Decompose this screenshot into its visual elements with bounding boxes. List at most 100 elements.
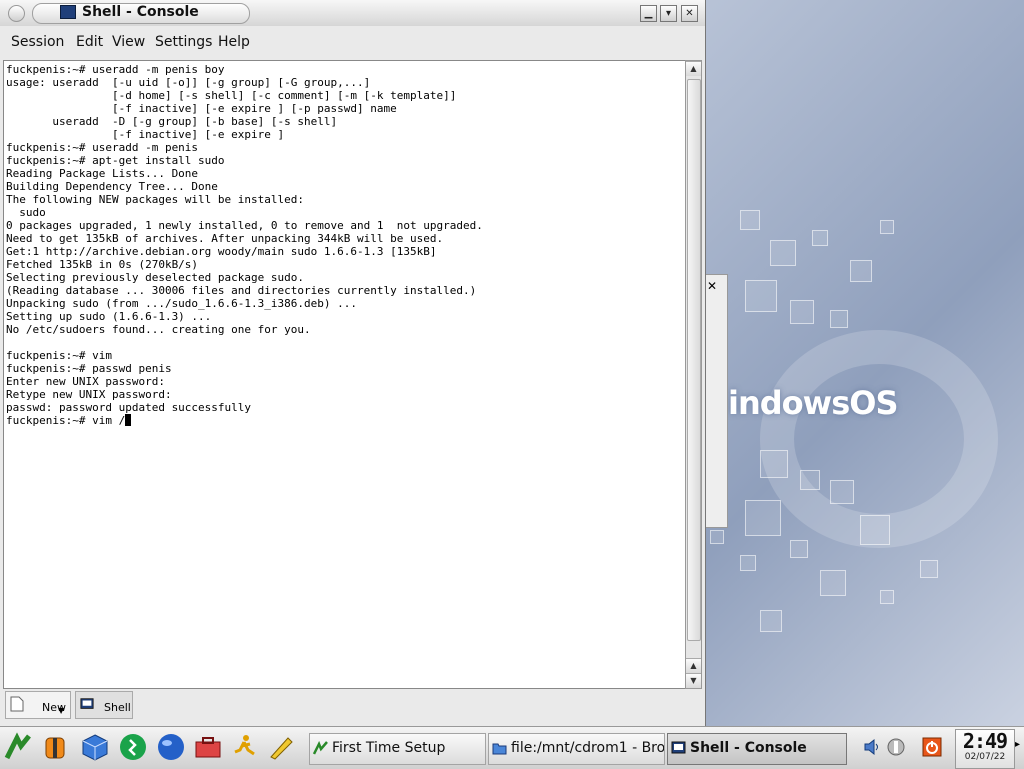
task-label: Shell - Console [690,740,807,756]
scroll-up-arrow-icon[interactable]: ▲ [686,658,701,673]
desktop-square [770,240,796,266]
desktop-square [860,515,890,545]
task-label: file:/mnt/cdrom1 - Brow [511,740,665,756]
task-shell-console[interactable]: Shell - Console [667,733,847,765]
terminal-line: Enter new UNIX password: [6,375,165,388]
desktop-square [920,560,938,578]
desktop-square [745,500,781,536]
runner-alt-icon[interactable] [230,732,260,762]
menu-session[interactable]: Session [11,34,64,50]
terminal-icon [671,741,686,754]
title-bar[interactable]: Shell - Console ▁ ▾ ✕ [0,0,705,26]
clock[interactable]: 2:49 02/07/22 [955,729,1015,769]
tab-shell-label: Shell [104,701,131,714]
taskbar: First Time Setup file:/mnt/cdrom1 - Brow… [0,726,1024,769]
desktop-square [740,555,756,571]
terminal-line: passwd: password updated successfully [6,401,252,414]
terminal-line: Need to get 135kB of archives. After unp… [6,232,444,245]
desktop-square [880,220,894,234]
task-first-time-setup[interactable]: First Time Setup [309,733,486,765]
menu-help[interactable]: Help [218,34,250,50]
desktop-square [812,230,828,246]
terminal-line: fuckpenis:~# passwd penis [6,362,172,375]
terminal-line: Selecting previously deselected package … [6,271,305,284]
scroll-down-arrow-icon[interactable]: ▼ [686,673,701,688]
desktop-square [710,530,724,544]
task-label: First Time Setup [332,740,446,756]
chevron-right-icon[interactable]: ▸ [1015,739,1020,750]
scroll-up-arrow-icon[interactable]: ▲ [686,61,701,76]
desktop-square [850,260,872,282]
menu-view[interactable]: View [112,34,145,50]
menu-edit[interactable]: Edit [76,34,103,50]
clock-date: 02/07/22 [964,752,1006,762]
desktop-square [880,590,894,604]
globe-icon[interactable] [156,732,186,762]
speaker-icon[interactable] [862,737,882,757]
terminal-line: Fetched 135kB in 0s (270kB/s) [6,258,199,271]
vertical-scrollbar[interactable]: ▲ ▲ ▼ [685,60,702,689]
desktop-square [830,310,848,328]
terminal-line: No /etc/sudoers found... creating one fo… [6,323,311,336]
terminal-line: [-d home] [-s shell] [-c comment] [-m [-… [6,89,457,102]
desktop-square [790,300,814,324]
terminal-line: 0 packages upgraded, 1 newly installed, … [6,219,483,232]
tab-shell[interactable]: Shell [75,691,133,719]
terminal-line: fuckpenis:~# vim [6,349,112,362]
terminal-line: usage: useradd [-u uid [-o]] [-g group] … [6,76,371,89]
session-tab-bar: New ▼ Shell [3,689,703,721]
terminal-line: fuckpenis:~# useradd -m penis boy [6,63,225,76]
chevron-down-icon[interactable]: ▼ [58,706,64,715]
close-icon[interactable]: ✕ [707,279,717,293]
start-menu-icon[interactable] [3,732,33,762]
toolbox-icon[interactable] [193,732,223,762]
desktop-square [760,610,782,632]
desktop-square [800,470,820,490]
terminal-line: (Reading database ... 30006 files and di… [6,284,477,297]
desktop-square [830,480,854,504]
terminal-line: Reading Package Lists... Done [6,167,199,180]
lifevest-icon[interactable] [40,732,70,762]
task-file-browser[interactable]: file:/mnt/cdrom1 - Brow [488,733,665,765]
network-icon[interactable] [886,737,906,757]
desktop-square [790,540,808,558]
terminal-line: Building Dependency Tree... Done [6,180,218,193]
cube-icon[interactable] [80,732,110,762]
terminal-line: [-f inactive] [-e expire ] [6,128,285,141]
clock-time: 2:49 [962,729,1008,753]
desktop-square [820,570,846,596]
terminal-line: Get:1 http://archive.debian.org woody/ma… [6,245,437,258]
folder-icon [492,743,507,755]
window-menu-button[interactable] [8,5,25,22]
terminal-output[interactable]: fuckpenis:~# useradd -m penis boy usage: … [3,60,686,689]
terminal-line: useradd -D [-g group] [-b base] [-s shel… [6,115,338,128]
terminal-line: Retype new UNIX password: [6,388,172,401]
terminal-line: fuckpenis:~# useradd -m penis [6,141,199,154]
desktop-square [740,210,760,230]
desktop-logo-text: indowsOS [728,384,898,422]
pen-icon[interactable] [266,732,296,762]
terminal-line: sudo [6,206,46,219]
close-button[interactable]: ✕ [681,5,698,22]
power-icon[interactable] [922,737,942,757]
new-session-button[interactable]: New ▼ [5,691,71,719]
terminal-line: The following NEW packages will be insta… [6,193,305,206]
terminal-icon [60,5,76,19]
terminal-line: [-f inactive] [-e expire ] [-p passwd] n… [6,102,397,115]
maximize-button[interactable]: ▾ [660,5,677,22]
terminal-line: Unpacking sudo (from .../sudo_1.6.6-1.3_… [6,297,357,310]
terminal-prompt-line[interactable]: fuckpenis:~# vim / [4,414,685,427]
setup-icon [313,741,328,755]
runner-icon[interactable] [118,732,148,762]
background-window-edge[interactable]: ✕ [704,274,728,528]
menu-bar: Session Edit View Settings Help [0,28,705,56]
scrollbar-thumb[interactable] [687,79,701,641]
console-window: Shell - Console ▁ ▾ ✕ Session Edit View … [0,0,706,726]
window-title: Shell - Console [82,4,199,20]
terminal-line: Setting up sudo (1.6.6-1.3) ... [6,310,212,323]
prompt-text: fuckpenis:~# vim / [6,414,126,427]
minimize-button[interactable]: ▁ [640,5,657,22]
desktop-square [745,280,777,312]
menu-settings[interactable]: Settings [155,34,212,50]
